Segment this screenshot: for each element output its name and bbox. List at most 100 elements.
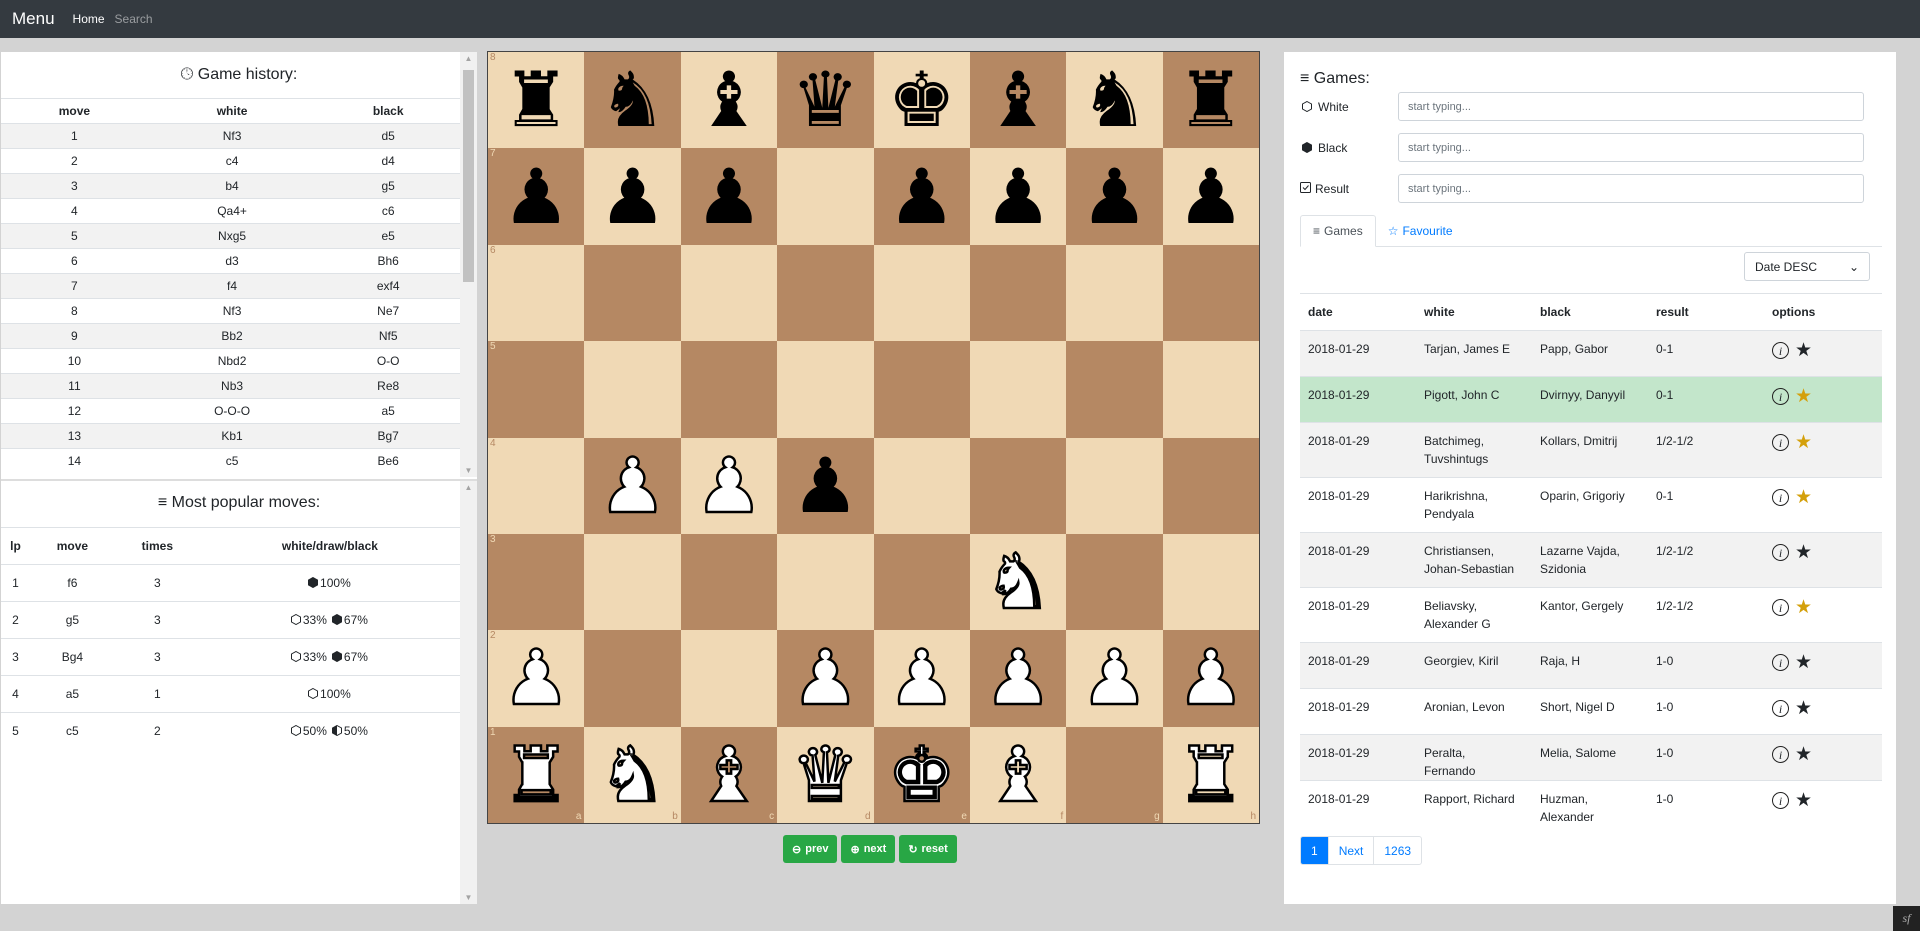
square-h5[interactable] (1162, 341, 1259, 438)
square-b8[interactable]: ♞ (584, 52, 681, 149)
white-knight-icon[interactable]: ♞ (597, 735, 668, 814)
black-rook-icon[interactable]: ♜ (502, 62, 570, 138)
black-move[interactable]: O-O (316, 348, 460, 374)
white-move[interactable]: Bb2 (147, 323, 317, 349)
square-d7[interactable] (777, 148, 874, 245)
black-move[interactable]: d4 (316, 148, 460, 174)
black-pawn-icon[interactable]: ♟ (1080, 158, 1148, 235)
square-f3[interactable]: ♞ (969, 533, 1067, 631)
square-e2[interactable]: ♟ (873, 630, 970, 727)
square-c6[interactable] (680, 244, 778, 342)
square-f6[interactable] (969, 244, 1067, 342)
black-queen-icon[interactable]: ♛ (791, 62, 859, 138)
square-h4[interactable] (1162, 437, 1259, 534)
square-b1[interactable]: b ♞ (584, 726, 681, 823)
black-knight-icon[interactable]: ♞ (1080, 62, 1148, 138)
scroll-up-icon[interactable]: ▲ (460, 54, 477, 63)
black-input[interactable] (1398, 133, 1864, 162)
black-move[interactable]: Ne7 (316, 298, 460, 324)
black-pawn-icon[interactable]: ♟ (1177, 158, 1245, 235)
tab-games[interactable]: ≡ Games (1300, 215, 1376, 247)
square-c7[interactable]: ♟ (680, 148, 778, 245)
info-icon[interactable]: i (1772, 342, 1789, 359)
star-icon[interactable]: ★ (1795, 791, 1812, 810)
square-g4[interactable] (1066, 437, 1163, 534)
white-pawn-icon[interactable]: ♟ (886, 639, 957, 718)
game-row[interactable]: 2018-01-29 Tarjan, James E Papp, Gabor 0-1 i… (1300, 330, 1882, 377)
square-a7[interactable]: 7 ♟ (488, 148, 585, 245)
square-c4[interactable]: ♟ (680, 437, 778, 534)
square-f5[interactable] (969, 341, 1067, 438)
popular-scrollbar[interactable]: ▲ ▼ (460, 481, 477, 904)
square-c5[interactable] (680, 341, 778, 438)
white-input[interactable] (1398, 92, 1864, 121)
star-icon[interactable]: ★ (1795, 745, 1812, 764)
square-d1[interactable]: d ♛ (777, 726, 874, 823)
white-king-icon[interactable]: ♚ (886, 735, 957, 814)
square-a1[interactable]: 1 a ♜ (488, 726, 585, 823)
chess-board[interactable]: 8 ♜ ♞ ♝ ♛ ♚ ♝ ♞ ♜ 7 ♟ ♟ ♟ ♟ ♟ ♟ ♟ 6 5 4 ♟ ♟ ♟ 3 ♞ 2 ♟ ♟ ♟ ♟ ♟ ♟ 1 a ♜ b ♞ c ♝ d… (487, 51, 1260, 824)
black-move[interactable]: d5 (316, 123, 460, 149)
white-move[interactable]: c4 (147, 148, 317, 174)
square-f8[interactable]: ♝ (969, 52, 1067, 149)
white-move[interactable]: b4 (147, 173, 317, 199)
black-pawn-icon[interactable]: ♟ (502, 158, 570, 235)
square-b6[interactable] (584, 244, 681, 342)
square-b4[interactable]: ♟ (584, 437, 681, 534)
black-pawn-icon[interactable]: ♟ (598, 158, 666, 235)
game-row[interactable]: 2018-01-29 Rapport, Richard Huzman, Alexan… (1300, 780, 1882, 827)
white-move[interactable]: O-O-O (147, 398, 317, 424)
star-icon[interactable]: ★ (1795, 433, 1812, 452)
white-rook-icon[interactable]: ♜ (1175, 735, 1246, 814)
sort-select[interactable]: Date DESC ⌄ (1744, 252, 1870, 281)
square-h3[interactable] (1162, 533, 1259, 631)
square-g3[interactable] (1066, 533, 1163, 631)
square-d4[interactable]: ♟ (777, 437, 874, 534)
square-d3[interactable] (777, 533, 874, 631)
white-knight-icon[interactable]: ♞ (983, 542, 1054, 621)
black-move[interactable]: Re8 (316, 373, 460, 399)
black-king-icon[interactable]: ♚ (888, 62, 956, 138)
square-c2[interactable] (680, 630, 778, 727)
white-move[interactable]: d3 (147, 248, 317, 274)
info-icon[interactable]: i (1772, 654, 1789, 671)
square-f4[interactable] (969, 437, 1067, 534)
black-knight-icon[interactable]: ♞ (598, 62, 666, 138)
square-f1[interactable]: f ♝ (969, 726, 1067, 823)
scroll-up-icon[interactable]: ▲ (460, 483, 477, 492)
popular-row[interactable]: 3 Bg4 3 33% 67% (1, 638, 460, 676)
tab-favourite[interactable]: ☆ Favourite (1376, 215, 1465, 247)
star-icon[interactable]: ★ (1795, 598, 1812, 617)
black-move[interactable]: g5 (316, 173, 460, 199)
square-f7[interactable]: ♟ (969, 148, 1067, 245)
white-pawn-icon[interactable]: ♟ (983, 639, 1054, 718)
square-g5[interactable] (1066, 341, 1163, 438)
square-h8[interactable]: ♜ (1162, 52, 1259, 149)
black-move[interactable]: e5 (316, 223, 460, 249)
popular-row[interactable]: 2 g5 3 33% 67% (1, 601, 460, 639)
white-move[interactable]: f4 (147, 273, 317, 299)
white-move[interactable]: c5 (147, 448, 317, 474)
star-icon[interactable]: ★ (1795, 387, 1812, 406)
page-last[interactable]: 1263 (1373, 837, 1421, 864)
game-row[interactable]: 2018-01-29 Pigott, John C Dvirnyy, Danyyil… (1300, 376, 1882, 423)
square-b5[interactable] (584, 341, 681, 438)
square-d6[interactable] (777, 244, 874, 342)
game-row[interactable]: 2018-01-29 Harikrishna, Pendyala Oparin, G… (1300, 477, 1882, 533)
popular-row[interactable]: 1 f6 3 100% (1, 564, 460, 602)
reset-button[interactable]: ↻ reset (899, 835, 957, 863)
square-c1[interactable]: c ♝ (680, 726, 778, 823)
square-e7[interactable]: ♟ (873, 148, 970, 245)
white-move[interactable]: Nbd2 (147, 348, 317, 374)
black-pawn-icon[interactable]: ♟ (791, 447, 859, 524)
white-bishop-icon[interactable]: ♝ (694, 735, 765, 814)
star-icon[interactable]: ★ (1795, 699, 1812, 718)
square-g7[interactable]: ♟ (1066, 148, 1163, 245)
symfony-toolbar-icon[interactable]: sf (1893, 906, 1920, 931)
info-icon[interactable]: i (1772, 489, 1789, 506)
scroll-down-icon[interactable]: ▼ (460, 466, 477, 475)
white-pawn-icon[interactable]: ♟ (694, 446, 765, 525)
black-bishop-icon[interactable]: ♝ (695, 62, 763, 138)
square-a8[interactable]: 8 ♜ (488, 52, 585, 149)
info-icon[interactable]: i (1772, 388, 1789, 405)
